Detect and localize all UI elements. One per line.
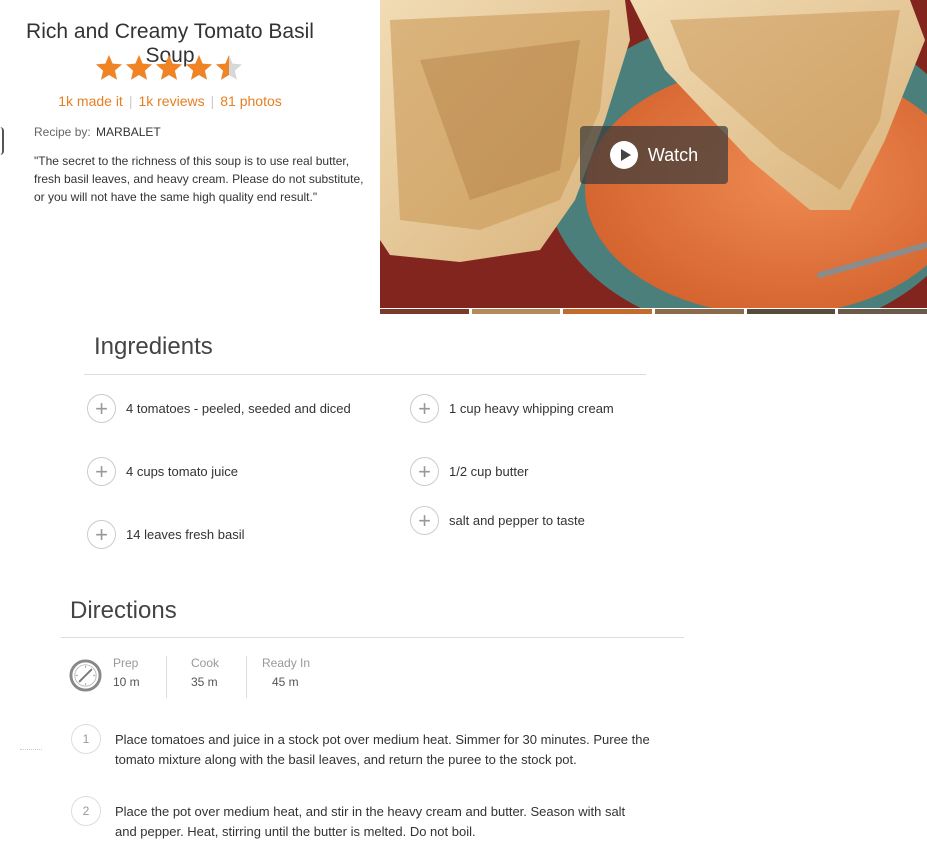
cook-time-label: Cook [191, 656, 220, 670]
ready-in-time: Ready In 45 m [262, 656, 342, 689]
watch-label: Watch [647, 144, 699, 165]
recipe-photo[interactable]: Watch [380, 0, 927, 308]
photos-link[interactable]: 81 photos [220, 93, 282, 109]
ingredient-text: 14 leaves fresh basil [126, 527, 245, 542]
plus-icon[interactable]: + [410, 457, 439, 486]
star-icon[interactable] [215, 54, 243, 81]
rating-stars[interactable] [95, 54, 243, 81]
ingredient-text: 1 cup heavy whipping cream [449, 401, 614, 416]
star-icon[interactable] [125, 54, 153, 81]
stats-divider: | [128, 93, 133, 109]
prep-time: Prep 10 m [113, 656, 166, 689]
photo-thumbnail[interactable] [655, 309, 744, 314]
prep-time-value: 10 m [113, 675, 140, 689]
directions-heading: Directions [70, 597, 177, 624]
cook-time-value: 35 m [191, 675, 218, 689]
plus-icon[interactable]: + [87, 520, 116, 549]
plus-icon[interactable]: + [410, 394, 439, 423]
star-icon[interactable] [95, 54, 123, 81]
ingredient-item[interactable]: + 4 cups tomato juice [87, 457, 238, 486]
ingredient-text: 1/2 cup butter [449, 464, 529, 479]
recipe-stats: 1k made it | 1k reviews | 81 photos [0, 93, 340, 109]
photo-thumbnails [380, 309, 927, 314]
ingredient-text: 4 cups tomato juice [126, 464, 239, 479]
time-divider [246, 656, 247, 698]
cook-time: Cook 35 m [191, 656, 246, 689]
step-text: Place tomatoes and juice in a stock pot … [115, 732, 650, 767]
ingredient-item[interactable]: + 14 leaves fresh basil [87, 520, 245, 549]
ingredient-item[interactable]: + 1 cup heavy whipping cream [410, 394, 614, 423]
ingredient-item[interactable]: + 1/2 cup butter [410, 457, 529, 486]
direction-step[interactable]: 2 Place the pot over medium heat, and st… [71, 796, 650, 842]
stats-divider: | [210, 93, 215, 109]
byline-label: Recipe by: [34, 125, 91, 139]
ingredient-text: 4 tomatoes - peeled, seeded and diced [126, 401, 351, 416]
step-text: Place the pot over medium heat, and stir… [115, 804, 626, 839]
star-icon[interactable] [185, 54, 213, 81]
reviews-link[interactable]: 1k reviews [138, 93, 204, 109]
ingredients-heading: Ingredients [94, 333, 213, 360]
ingredient-text: salt and pepper to taste [449, 513, 585, 528]
ready-in-label: Ready In [262, 656, 311, 670]
direction-step[interactable]: 1 Place tomatoes and juice in a stock po… [71, 724, 650, 770]
plus-icon[interactable]: + [410, 506, 439, 535]
recipe-byline: Recipe by: MARBALET [34, 125, 161, 139]
photo-thumbnail[interactable] [563, 309, 653, 314]
ingredient-item[interactable]: + salt and pepper to taste [410, 506, 585, 535]
ingredients-divider [84, 374, 646, 375]
ingredient-item[interactable]: + 4 tomatoes - peeled, seeded and diced [87, 394, 351, 423]
directions-divider [61, 637, 684, 638]
plus-icon[interactable]: + [87, 394, 116, 423]
author-link[interactable]: MARBALET [96, 125, 161, 139]
recipe-description: "The secret to the richness of this soup… [34, 154, 364, 204]
photo-thumbnail[interactable] [471, 309, 561, 314]
clock-icon [69, 659, 102, 692]
made-it-link[interactable]: 1k made it [58, 93, 123, 109]
time-divider [166, 656, 167, 698]
plus-icon[interactable]: + [87, 457, 116, 486]
edge-decoration [0, 127, 4, 155]
recipe-times: Prep 10 m Cook 35 m Ready In 45 m [69, 656, 342, 698]
star-icon[interactable] [155, 54, 183, 81]
ready-in-value: 45 m [272, 675, 299, 689]
photo-thumbnail[interactable] [746, 309, 836, 314]
photo-thumbnail[interactable] [838, 309, 927, 314]
play-icon [609, 141, 638, 169]
step-number: 2 [71, 796, 101, 826]
step-connector [20, 749, 42, 750]
step-number: 1 [71, 724, 101, 754]
photo-thumbnail[interactable] [380, 309, 469, 314]
watch-video-button[interactable]: Watch [580, 126, 728, 184]
prep-time-label: Prep [113, 656, 139, 670]
